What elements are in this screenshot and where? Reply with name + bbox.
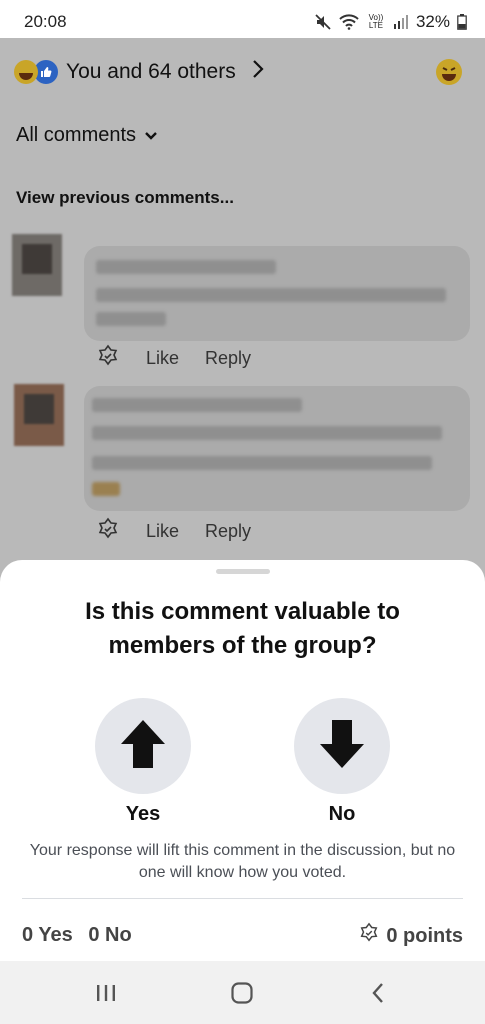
comments-filter-label: All comments [16,124,137,146]
vote-yes-button[interactable] [95,698,191,794]
battery-icon [457,14,467,30]
battery-percent: 32% [415,12,450,31]
comment-bubble [84,386,470,511]
badge-icon[interactable] [96,517,120,546]
arrow-up-icon [118,718,168,775]
back-icon[interactable] [358,977,398,1009]
status-icons: Vo)) LTE 32% [314,12,467,32]
comments-filter-dropdown[interactable]: All comments [16,124,158,147]
reply-button[interactable]: Reply [205,348,251,369]
divider [22,898,463,899]
haha-emoji-icon[interactable] [435,58,463,86]
post-comments-background: You and 64 others All comments View prev… [0,38,485,598]
reactions-summary[interactable]: You and 64 others [14,58,264,86]
like-button[interactable]: Like [146,521,179,542]
vote-no-label: No [328,803,356,825]
system-nav-bar [0,961,485,1024]
avatar[interactable] [12,234,62,296]
like-button[interactable]: Like [146,348,179,369]
sheet-note: Your response will lift this comment in … [29,842,456,881]
recents-icon[interactable] [86,977,126,1009]
badge-icon [358,922,380,950]
comment-bubble [84,246,470,341]
home-icon[interactable] [222,977,262,1009]
badge-icon[interactable] [96,344,120,373]
vote-yes-label: Yes [125,803,161,825]
signal-icon [393,15,409,29]
points-summary: 0 points [358,922,463,950]
chevron-down-icon [144,124,158,147]
haha-emoji-icon [14,60,38,84]
reply-button[interactable]: Reply [205,521,251,542]
volte-label: Vo)) LTE [368,13,384,30]
no-count: 0 No [88,924,132,946]
arrow-down-icon [317,718,367,775]
vote-no-button[interactable] [294,698,390,794]
points-text: 0 points [386,924,463,947]
status-time: 20:08 [24,12,67,31]
comment-vote-sheet: Is this comment valuable to members of t… [0,560,485,961]
reactions-text: You and 64 others [66,60,236,83]
chevron-right-icon [252,59,264,85]
mute-icon [314,14,332,30]
sheet-drag-handle[interactable] [216,569,270,574]
yes-count: 0 Yes [22,924,73,946]
comment-actions: Like Reply [96,344,251,373]
wifi-icon [339,14,359,30]
avatar[interactable] [14,384,64,446]
vote-tally: 0 Yes 0 No [22,924,142,947]
view-previous-comments-link[interactable]: View previous comments... [16,188,234,208]
sheet-question: Is this comment valuable to members of t… [85,598,400,659]
comment-actions: Like Reply [96,517,251,546]
